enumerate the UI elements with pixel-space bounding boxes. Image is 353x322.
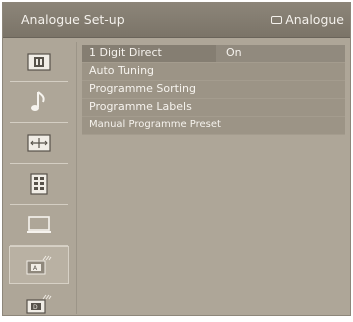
category-sidebar: A D (6, 42, 72, 314)
sidebar-divider (76, 42, 77, 314)
page-title: Analogue Set-up (21, 12, 125, 27)
picture-icon (27, 53, 51, 71)
menu-item-value: On (226, 46, 242, 59)
menu-item-value-cell[interactable]: On (216, 45, 345, 62)
svg-text:D: D (33, 304, 38, 311)
menu-item-programme-sorting[interactable]: Programme Sorting (82, 81, 345, 99)
sidebar-separator (10, 163, 68, 164)
sidebar-item-features[interactable] (9, 166, 69, 202)
music-note-icon (31, 91, 45, 111)
menu-item-auto-tuning[interactable]: Auto Tuning (82, 63, 345, 81)
pc-monitor-icon (27, 216, 51, 233)
sidebar-separator (10, 81, 68, 82)
menu-item-label: 1 Digit Direct (89, 46, 162, 59)
menu-item-label: Auto Tuning (89, 64, 155, 77)
sidebar-item-analogue-setup[interactable]: A (9, 246, 69, 284)
tv-menu-screen: Analogue Set-up Analogue A D 1 Digit Dir… (2, 2, 351, 316)
screen-icon (27, 134, 51, 152)
settings-menu: 1 Digit Direct On Auto Tuning Programme … (82, 45, 345, 135)
features-icon (30, 173, 48, 195)
title-bar: Analogue Set-up Analogue (3, 3, 350, 38)
analogue-setup-icon: A (26, 255, 52, 275)
menu-item-programme-labels[interactable]: Programme Labels (82, 99, 345, 117)
sidebar-item-screen[interactable] (9, 125, 69, 161)
sidebar-item-digital-setup[interactable]: D (9, 286, 69, 322)
sidebar-item-picture[interactable] (9, 44, 69, 80)
sidebar-item-pc-settings[interactable] (9, 207, 69, 243)
input-source-indicator: Analogue (271, 12, 344, 27)
menu-item-manual-programme-preset[interactable]: Manual Programme Preset (82, 117, 345, 135)
input-source-label: Analogue (285, 12, 344, 27)
digital-setup-icon: D (26, 294, 52, 314)
sidebar-separator (10, 204, 68, 205)
sidebar-item-sound[interactable] (9, 84, 69, 120)
menu-item-1-digit-direct[interactable]: 1 Digit Direct On (82, 45, 345, 63)
menu-item-label: Programme Labels (89, 100, 192, 113)
sidebar-separator (10, 122, 68, 123)
tv-source-icon (271, 15, 283, 24)
menu-item-label: Manual Programme Preset (89, 119, 221, 130)
menu-item-label: Programme Sorting (89, 82, 196, 95)
